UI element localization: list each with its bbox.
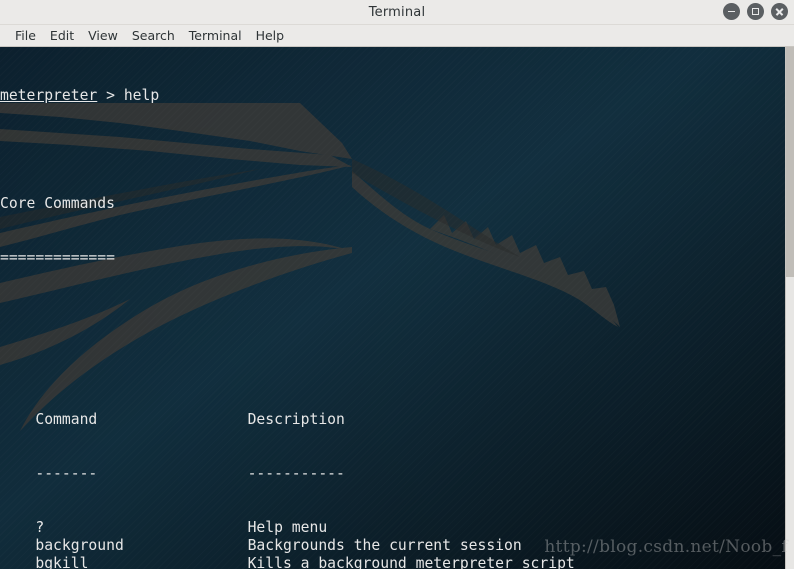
window-controls bbox=[723, 3, 788, 20]
command-table: ? Help menu background Backgrounds the c… bbox=[0, 519, 794, 569]
maximize-button[interactable] bbox=[747, 3, 764, 20]
minimize-button[interactable] bbox=[723, 3, 740, 20]
prompt-line: meterpreter > help bbox=[0, 87, 794, 105]
vertical-scrollbar[interactable] bbox=[785, 47, 794, 569]
terminal-window: Terminal File Edit View Search Terminal … bbox=[0, 0, 794, 569]
prompt-separator: > bbox=[97, 87, 124, 104]
table-header-rule-row: ------- ----------- bbox=[0, 465, 345, 482]
table-header-row: Command Description bbox=[0, 411, 345, 428]
scrollbar-thumb[interactable] bbox=[786, 47, 794, 277]
menu-item-view[interactable]: View bbox=[81, 27, 125, 44]
close-button[interactable] bbox=[771, 3, 788, 20]
menu-item-search[interactable]: Search bbox=[125, 27, 182, 44]
prompt-user: meterpreter bbox=[0, 87, 98, 104]
minimize-icon bbox=[728, 10, 735, 13]
menu-item-help[interactable]: Help bbox=[249, 27, 292, 44]
window-title: Terminal bbox=[368, 4, 426, 20]
maximize-icon bbox=[752, 8, 759, 15]
command-row: bgkill Kills a background meterpreter sc… bbox=[0, 555, 575, 569]
menu-bar: File Edit View Search Terminal Help bbox=[0, 25, 794, 47]
terminal-screen[interactable]: meterpreter > help Core Commands =======… bbox=[0, 47, 794, 569]
menu-item-edit[interactable]: Edit bbox=[43, 27, 81, 44]
section-rule: ============= bbox=[0, 249, 115, 266]
terminal-body[interactable]: meterpreter > help Core Commands =======… bbox=[0, 47, 794, 569]
section-title: Core Commands bbox=[0, 195, 115, 212]
title-bar[interactable]: Terminal bbox=[0, 0, 794, 25]
command-row: ? Help menu bbox=[0, 519, 328, 536]
menu-item-terminal[interactable]: Terminal bbox=[182, 27, 249, 44]
prompt-command: help bbox=[123, 87, 160, 104]
command-row: background Backgrounds the current sessi… bbox=[0, 537, 522, 554]
menu-item-file[interactable]: File bbox=[8, 27, 43, 44]
